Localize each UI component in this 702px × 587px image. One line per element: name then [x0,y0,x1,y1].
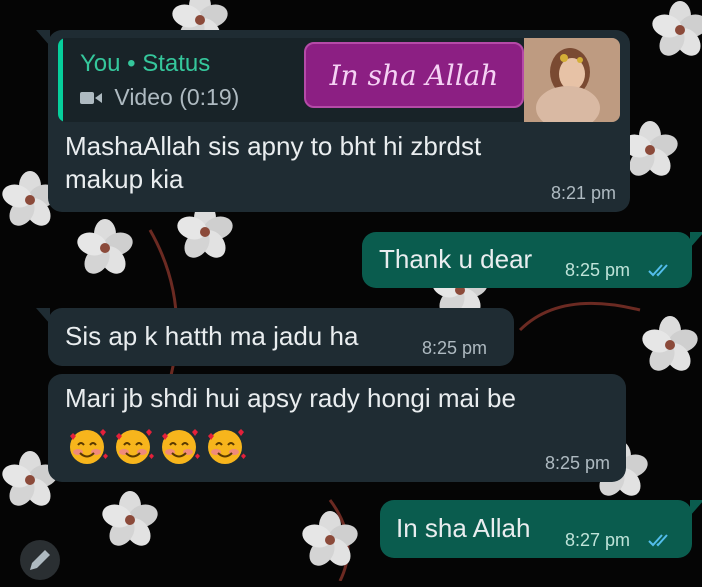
video-camera-icon [80,84,108,110]
message-timestamp: 8:25 pm [565,260,631,280]
smiling-face-with-hearts-icon [157,426,201,471]
message-text: Mari jb shdi hui apsy rady hongi mai be [65,383,516,413]
quote-sender: You • Status [80,50,211,77]
message-text-line: makup kia [65,164,184,194]
quote-media-info: Video (0:19) [80,84,239,111]
message-text: Sis ap k hatth ma jadu ha [65,321,359,351]
smiling-face-with-hearts-icon [65,426,109,471]
bubble-tail [36,30,50,46]
status-text-sticker: In sha Allah [304,42,524,108]
status-thumbnail [524,38,620,122]
message-text: In sha Allah [396,513,531,543]
bubble-tail [36,308,50,324]
quote-accent-bar [58,38,63,122]
double-check-icon [648,262,674,283]
compose-pencil-icon[interactable] [18,538,62,587]
double-check-icon [648,532,674,553]
quote-media-label: Video (0:19) [114,84,240,110]
bubble-tail [690,500,702,516]
bubble-tail [690,232,702,248]
status-sticker-text: In sha Allah [329,58,499,92]
message-timestamp: 8:25 pm [422,338,488,358]
emoji-row [65,426,249,471]
message-bubble-outgoing[interactable]: Thank u dear 8:25 pm [362,232,702,288]
message-timestamp: 8:25 pm [544,453,610,473]
message-text: Thank u dear [379,244,533,274]
message-timestamp: 8:27 pm [565,530,631,550]
message-text-line: MashaAllah sis apny to bht hi zbrdst [65,131,482,161]
message-bubble-incoming[interactable]: You • Status Video (0:19) In sha Allah M… [36,30,630,212]
message-bubble-outgoing[interactable]: In sha Allah 8:27 pm [380,500,702,558]
message-bubble-incoming[interactable]: Sis ap k hatth ma jadu ha 8:25 pm [36,308,514,366]
quoted-status[interactable]: You • Status Video (0:19) In sha Allah [58,38,620,122]
message-bubble-incoming[interactable]: Mari jb shdi hui apsy rady hongi mai be … [48,374,626,482]
smiling-face-with-hearts-icon [111,426,155,471]
smiling-face-with-hearts-icon [203,426,247,471]
message-timestamp: 8:21 pm [550,183,616,203]
